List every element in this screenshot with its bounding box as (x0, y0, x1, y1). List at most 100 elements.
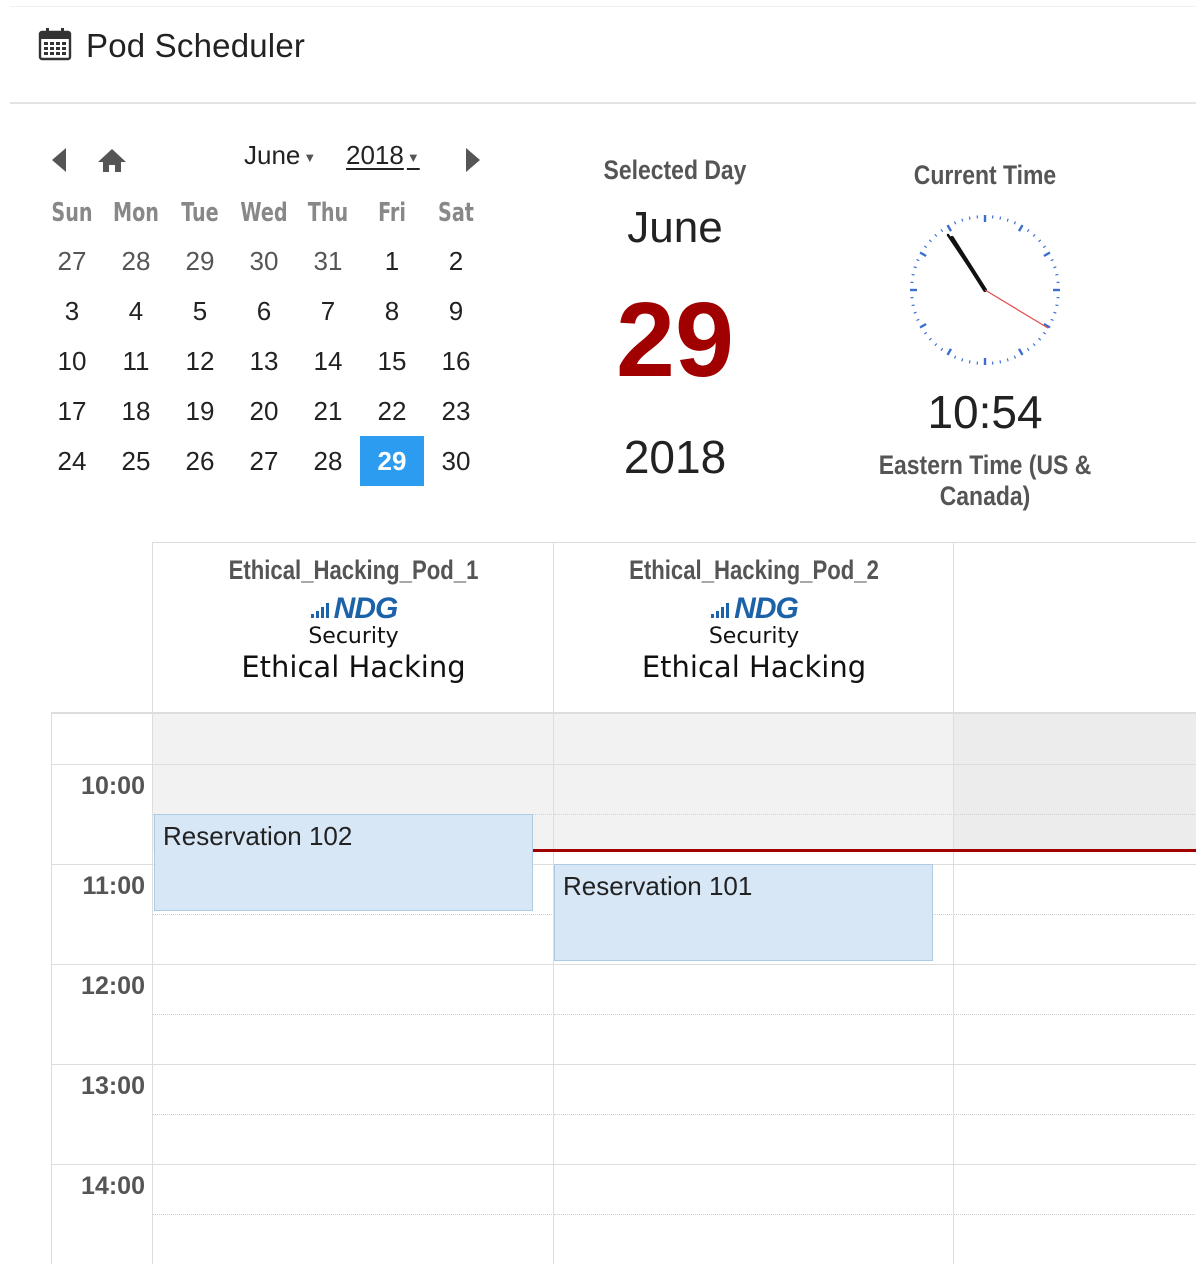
clock-tick (1026, 347, 1030, 352)
page-header: Pod Scheduler (38, 24, 305, 68)
clock-tick (1006, 218, 1009, 222)
clock-tick (934, 343, 938, 347)
today-button[interactable] (95, 140, 129, 180)
resource-header[interactable]: Ethical_Hacking_Pod_2 NDG Security Ethic… (553, 542, 954, 713)
mini-calendar: Sun Mon Tue Wed Thu Fri Sat 27 28 29 30 … (40, 190, 490, 486)
calendar-day[interactable]: 28 (104, 236, 168, 286)
reservation-event[interactable]: Reservation 101 (554, 864, 933, 961)
home-icon (98, 149, 126, 172)
calendar-day[interactable]: 15 (360, 336, 424, 386)
calendar-day[interactable]: 24 (40, 436, 104, 486)
resource-name: Ethical_Hacking_Pod_1 (228, 555, 479, 585)
prev-month-button[interactable] (48, 140, 70, 180)
reservation-event[interactable]: Reservation 102 (154, 814, 533, 911)
calendar-day[interactable]: 14 (296, 336, 360, 386)
calendar-day[interactable]: 2 (424, 236, 488, 286)
resource-column[interactable] (553, 714, 954, 1264)
calendar-day[interactable]: 8 (360, 286, 424, 336)
hour-label: 13:00 (81, 1072, 145, 1100)
resource-header[interactable]: Ethical_Hacking_Pod_1 NDG Security Ethic… (152, 542, 554, 713)
calendar-day[interactable]: 9 (424, 286, 488, 336)
calendar-week: 27 28 29 30 31 1 2 (40, 236, 490, 286)
clock-tick (1032, 343, 1036, 347)
calendar-day-selected[interactable]: 29 (360, 436, 424, 486)
analog-clock (910, 215, 1060, 365)
hour-label: 10:00 (81, 772, 145, 800)
resource-header-empty (953, 542, 1196, 713)
resource-name: Ethical_Hacking_Pod_2 (629, 555, 879, 585)
clock-tick (968, 360, 971, 364)
header-divider (10, 102, 1196, 104)
clock-tick (1050, 258, 1054, 262)
selected-month: June (627, 203, 723, 252)
page-title: Pod Scheduler (86, 27, 306, 64)
clock-tick (913, 311, 917, 314)
calendar-day[interactable]: 23 (424, 386, 488, 436)
calendar-day[interactable]: 6 (232, 286, 296, 336)
calendar-day[interactable]: 27 (40, 236, 104, 286)
calendar-week: 3 4 5 6 7 8 9 (40, 286, 490, 336)
calendar-day[interactable]: 29 (168, 236, 232, 286)
clock-tick (928, 239, 932, 243)
clock-tick (911, 273, 915, 276)
clock-tick (953, 355, 957, 359)
clock-tick (923, 245, 928, 249)
calendar-day[interactable]: 3 (40, 286, 104, 336)
signal-bars-icon (310, 603, 329, 618)
calendar-day[interactable]: 21 (296, 386, 360, 436)
calendar-day[interactable]: 20 (232, 386, 296, 436)
calendar-day[interactable]: 30 (232, 236, 296, 286)
weekday-label: Tue (181, 198, 219, 228)
course-name: Ethical Hacking (241, 650, 466, 684)
calendar-week: 24 25 26 27 28 29 30 (40, 436, 490, 486)
timezone-label: Eastern Time (US & Canada) (878, 450, 1092, 511)
resource-column[interactable] (152, 714, 554, 1264)
clock-tick (1017, 224, 1024, 232)
calendar-day[interactable]: 10 (40, 336, 104, 386)
calendar-day[interactable]: 11 (104, 336, 168, 386)
clock-tick (1017, 348, 1024, 356)
calendar-day[interactable]: 22 (360, 386, 424, 436)
calendar-day[interactable]: 26 (168, 436, 232, 486)
ndg-logo: NDG Security (554, 594, 954, 648)
calendar-day[interactable]: 30 (424, 436, 488, 486)
clock-tick (1043, 251, 1051, 258)
current-time-label: Current Time (913, 160, 1057, 190)
next-month-button[interactable] (460, 140, 484, 180)
clock-tick (1038, 239, 1042, 243)
clock-tick (1055, 273, 1059, 276)
weekday-label: Sat (438, 198, 474, 228)
clock-tick (946, 348, 953, 356)
weekday-label: Sun (51, 198, 93, 228)
clock-tick (961, 358, 964, 362)
clock-minute-hand (946, 233, 987, 292)
calendar-day[interactable]: 18 (104, 386, 168, 436)
calendar-day[interactable]: 28 (296, 436, 360, 486)
clock-tick (953, 221, 957, 225)
weekday-label: Mon (113, 198, 159, 228)
calendar-icon (38, 27, 72, 66)
calendar-day[interactable]: 17 (40, 386, 104, 436)
month-dropdown[interactable]: June ▼ (244, 140, 316, 171)
calendar-day[interactable]: 13 (232, 336, 296, 386)
calendar-day[interactable]: 25 (104, 436, 168, 486)
calendar-day[interactable]: 7 (296, 286, 360, 336)
calendar-day[interactable]: 19 (168, 386, 232, 436)
selected-year: 2018 (623, 431, 727, 483)
clock-tick (913, 266, 917, 269)
clock-tick (940, 347, 944, 352)
calendar-day[interactable]: 16 (424, 336, 488, 386)
calendar-day[interactable]: 31 (296, 236, 360, 286)
calendar-day[interactable]: 4 (104, 286, 168, 336)
calendar-day[interactable]: 27 (232, 436, 296, 486)
clock-tick (1006, 358, 1009, 362)
clock-tick (1013, 221, 1017, 225)
calendar-day[interactable]: 5 (168, 286, 232, 336)
year-dropdown[interactable]: 2018 ▼ (346, 140, 420, 171)
calendar-week: 10 11 12 13 14 15 16 (40, 336, 490, 386)
clock-tick (911, 304, 915, 307)
calendar-day[interactable]: 12 (168, 336, 232, 386)
clock-tick (916, 318, 920, 322)
caret-left-icon (52, 148, 66, 172)
calendar-day[interactable]: 1 (360, 236, 424, 286)
